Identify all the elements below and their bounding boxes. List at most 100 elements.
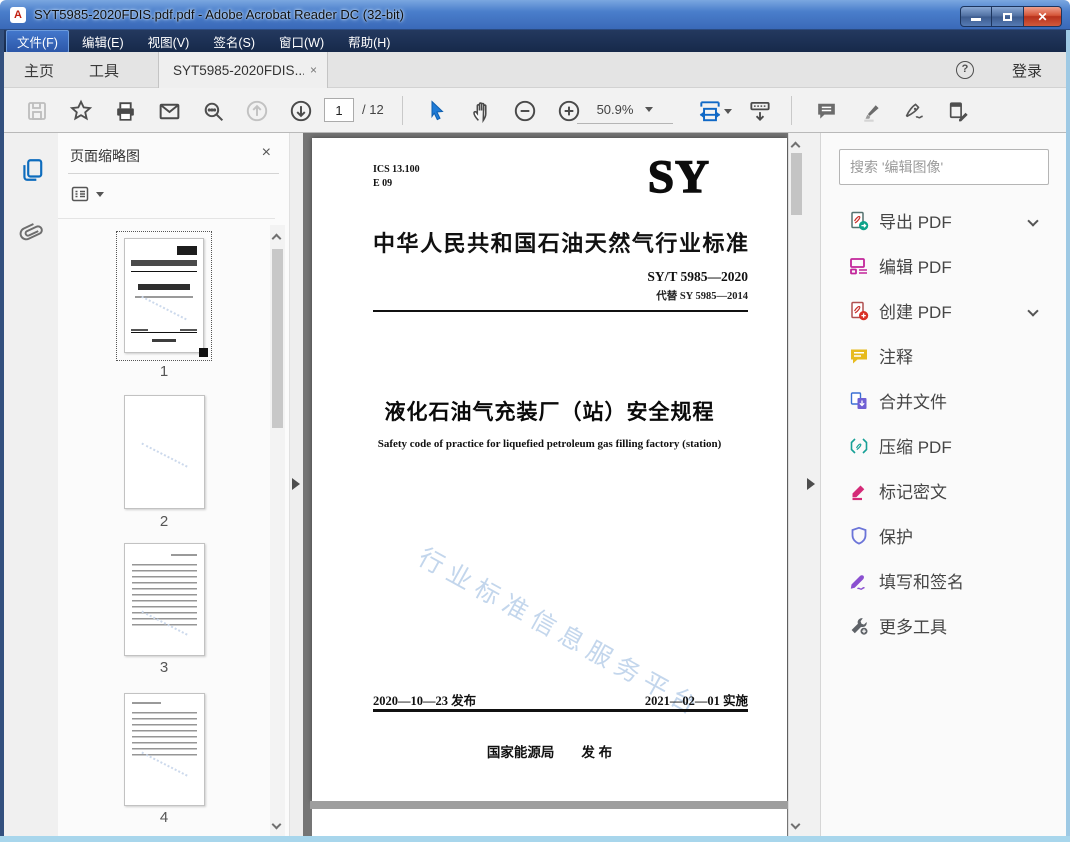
tool-export-pdf[interactable]: 导出 PDF bbox=[821, 198, 1066, 243]
tool-label: 编辑 PDF bbox=[879, 258, 952, 277]
tool-fill-sign[interactable]: 填写和签名 bbox=[821, 558, 1066, 603]
page-number-input[interactable] bbox=[324, 98, 354, 122]
close-button[interactable]: ✕ bbox=[1024, 6, 1062, 27]
print-icon[interactable] bbox=[111, 97, 139, 125]
maximize-button[interactable] bbox=[992, 6, 1024, 27]
scroll-mode-icon[interactable] bbox=[746, 97, 774, 125]
email-icon[interactable] bbox=[155, 97, 183, 125]
tool-label: 更多工具 bbox=[879, 618, 947, 637]
highlight-tool-icon[interactable] bbox=[856, 97, 884, 125]
tool-comment[interactable]: 注释 bbox=[821, 333, 1066, 378]
thumbnail-page-3[interactable] bbox=[124, 543, 205, 656]
tool-protect[interactable]: 保护 bbox=[821, 513, 1066, 558]
thumbnail-1-preview bbox=[124, 238, 208, 357]
tab-bar: 主页 工具 SYT5985-2020FDIS... × ? 登录 bbox=[4, 52, 1066, 88]
tool-label: 压缩 PDF bbox=[879, 438, 952, 457]
comment-tool-icon[interactable] bbox=[812, 97, 840, 125]
combine-files-icon bbox=[849, 391, 869, 411]
edit-pdf-icon bbox=[849, 256, 869, 276]
effective-date: 2021—02—01 实施 bbox=[644, 694, 748, 708]
window-frame-right bbox=[1066, 30, 1070, 836]
document-tab[interactable]: SYT5985-2020FDIS... × bbox=[158, 52, 328, 88]
search-zoom-icon[interactable] bbox=[199, 97, 227, 125]
thumbnails-panel: 页面缩略图 × 1 2 3 4 bbox=[58, 133, 290, 836]
scrollbar-thumb[interactable] bbox=[791, 153, 802, 215]
tool-create-pdf[interactable]: 创建 PDF bbox=[821, 288, 1066, 333]
next-page-icon[interactable] bbox=[287, 97, 315, 125]
menu-view[interactable]: 视图(V) bbox=[137, 30, 201, 53]
scrollbar-thumb[interactable] bbox=[272, 249, 283, 428]
tool-label: 合并文件 bbox=[879, 393, 947, 412]
tool-edit-pdf[interactable]: 编辑 PDF bbox=[821, 243, 1066, 288]
divider bbox=[373, 310, 748, 312]
window-title: SYT5985-2020FDIS.pdf.pdf - Adobe Acrobat… bbox=[34, 7, 404, 22]
thumbnail-page-2[interactable] bbox=[124, 395, 205, 509]
menu-edit[interactable]: 编辑(E) bbox=[71, 30, 135, 53]
scroll-down-icon bbox=[790, 819, 801, 830]
thumbnails-panel-title: 页面缩略图 bbox=[70, 148, 140, 164]
thumbnail-4-label: 4 bbox=[159, 809, 169, 826]
chevron-down-icon[interactable] bbox=[1027, 304, 1039, 317]
selection-handle[interactable] bbox=[199, 348, 208, 357]
chevron-down-icon[interactable] bbox=[1027, 214, 1039, 227]
zoom-level-value: 50.9% bbox=[596, 102, 634, 117]
divider bbox=[373, 709, 748, 712]
scroll-down-icon bbox=[271, 819, 282, 830]
menu-bar: 文件(F) 编辑(E) 视图(V) 签名(S) 窗口(W) 帮助(H) bbox=[0, 29, 1070, 53]
sign-tool-icon[interactable] bbox=[900, 97, 928, 125]
thumbnail-page-1[interactable] bbox=[116, 231, 212, 361]
options-list-icon bbox=[71, 186, 89, 202]
fit-options-caret[interactable] bbox=[722, 97, 734, 125]
thumbnail-options-button[interactable] bbox=[70, 184, 104, 204]
tab-tools[interactable]: 工具 bbox=[89, 60, 119, 81]
select-tool-icon[interactable] bbox=[423, 97, 451, 125]
document-tab-label: SYT5985-2020FDIS... bbox=[173, 62, 304, 78]
tool-compress-pdf[interactable]: 压缩 PDF bbox=[821, 423, 1066, 468]
star-icon[interactable] bbox=[67, 97, 95, 125]
standard-heading: 中华人民共和国石油天然气行业标准 bbox=[373, 231, 748, 256]
pdf-page-2-edge bbox=[312, 809, 787, 836]
menu-help[interactable]: 帮助(H) bbox=[337, 30, 401, 53]
tab-home[interactable]: 主页 bbox=[24, 60, 54, 81]
menu-window[interactable]: 窗口(W) bbox=[268, 30, 335, 53]
tab-close-icon[interactable]: × bbox=[310, 63, 317, 77]
minimize-button[interactable] bbox=[960, 6, 992, 27]
page-thumbnails-icon[interactable] bbox=[19, 157, 45, 183]
attachments-paperclip-icon[interactable] bbox=[19, 221, 45, 247]
tools-panel: 导出 PDF 编辑 PDF 创建 PDF 注释 bbox=[820, 133, 1066, 836]
title-bar: A SYT5985-2020FDIS.pdf.pdf - Adobe Acrob… bbox=[0, 0, 1070, 30]
replaces-note: 代替 SY 5985—2014 bbox=[656, 291, 748, 302]
window-frame-bottom bbox=[0, 836, 1070, 842]
menu-file[interactable]: 文件(F) bbox=[6, 29, 69, 53]
document-scrollbar[interactable] bbox=[788, 133, 803, 836]
edit-page-tool-icon[interactable] bbox=[944, 97, 972, 125]
tool-more-tools[interactable]: 更多工具 bbox=[821, 603, 1066, 648]
tool-combine-files[interactable]: 合并文件 bbox=[821, 378, 1066, 423]
panel-close-icon[interactable]: × bbox=[262, 144, 271, 162]
tool-label: 创建 PDF bbox=[879, 303, 952, 322]
thumbnail-1-label: 1 bbox=[159, 363, 169, 380]
save-icon[interactable] bbox=[23, 97, 51, 125]
fit-width-icon[interactable] bbox=[696, 97, 724, 125]
tools-search-input[interactable] bbox=[839, 149, 1049, 185]
thumbnails-scrollbar[interactable] bbox=[270, 225, 285, 836]
page-count-label: / 12 bbox=[362, 102, 384, 117]
collapse-right-arrow-icon[interactable] bbox=[807, 478, 815, 490]
right-panel-collapse-strip bbox=[803, 133, 820, 836]
pdf-page-1[interactable]: ICS 13.100 E 09 SY 中华人民共和国石油天然气行业标准 SY/T… bbox=[312, 138, 787, 801]
zoom-level-dropdown[interactable]: 50.9% bbox=[577, 96, 673, 124]
collapse-left-arrow-icon[interactable] bbox=[292, 478, 300, 490]
hand-tool-icon[interactable] bbox=[467, 97, 495, 125]
tool-redact[interactable]: 标记密文 bbox=[821, 468, 1066, 513]
document-canvas[interactable]: ICS 13.100 E 09 SY 中华人民共和国石油天然气行业标准 SY/T… bbox=[303, 133, 803, 836]
sign-in-button[interactable]: 登录 bbox=[1012, 60, 1042, 81]
tool-label: 保护 bbox=[879, 528, 913, 547]
publisher-line: 国家能源局 发 布 bbox=[486, 745, 613, 760]
thumbnail-page-4[interactable] bbox=[124, 693, 205, 806]
document-title-cn: 液化石油气充装厂（站）安全规程 bbox=[384, 401, 715, 424]
comment-icon bbox=[849, 346, 869, 366]
menu-sign[interactable]: 签名(S) bbox=[202, 30, 266, 53]
previous-page-icon[interactable] bbox=[243, 97, 271, 125]
zoom-out-icon[interactable] bbox=[511, 97, 539, 125]
help-icon[interactable]: ? bbox=[956, 61, 974, 79]
